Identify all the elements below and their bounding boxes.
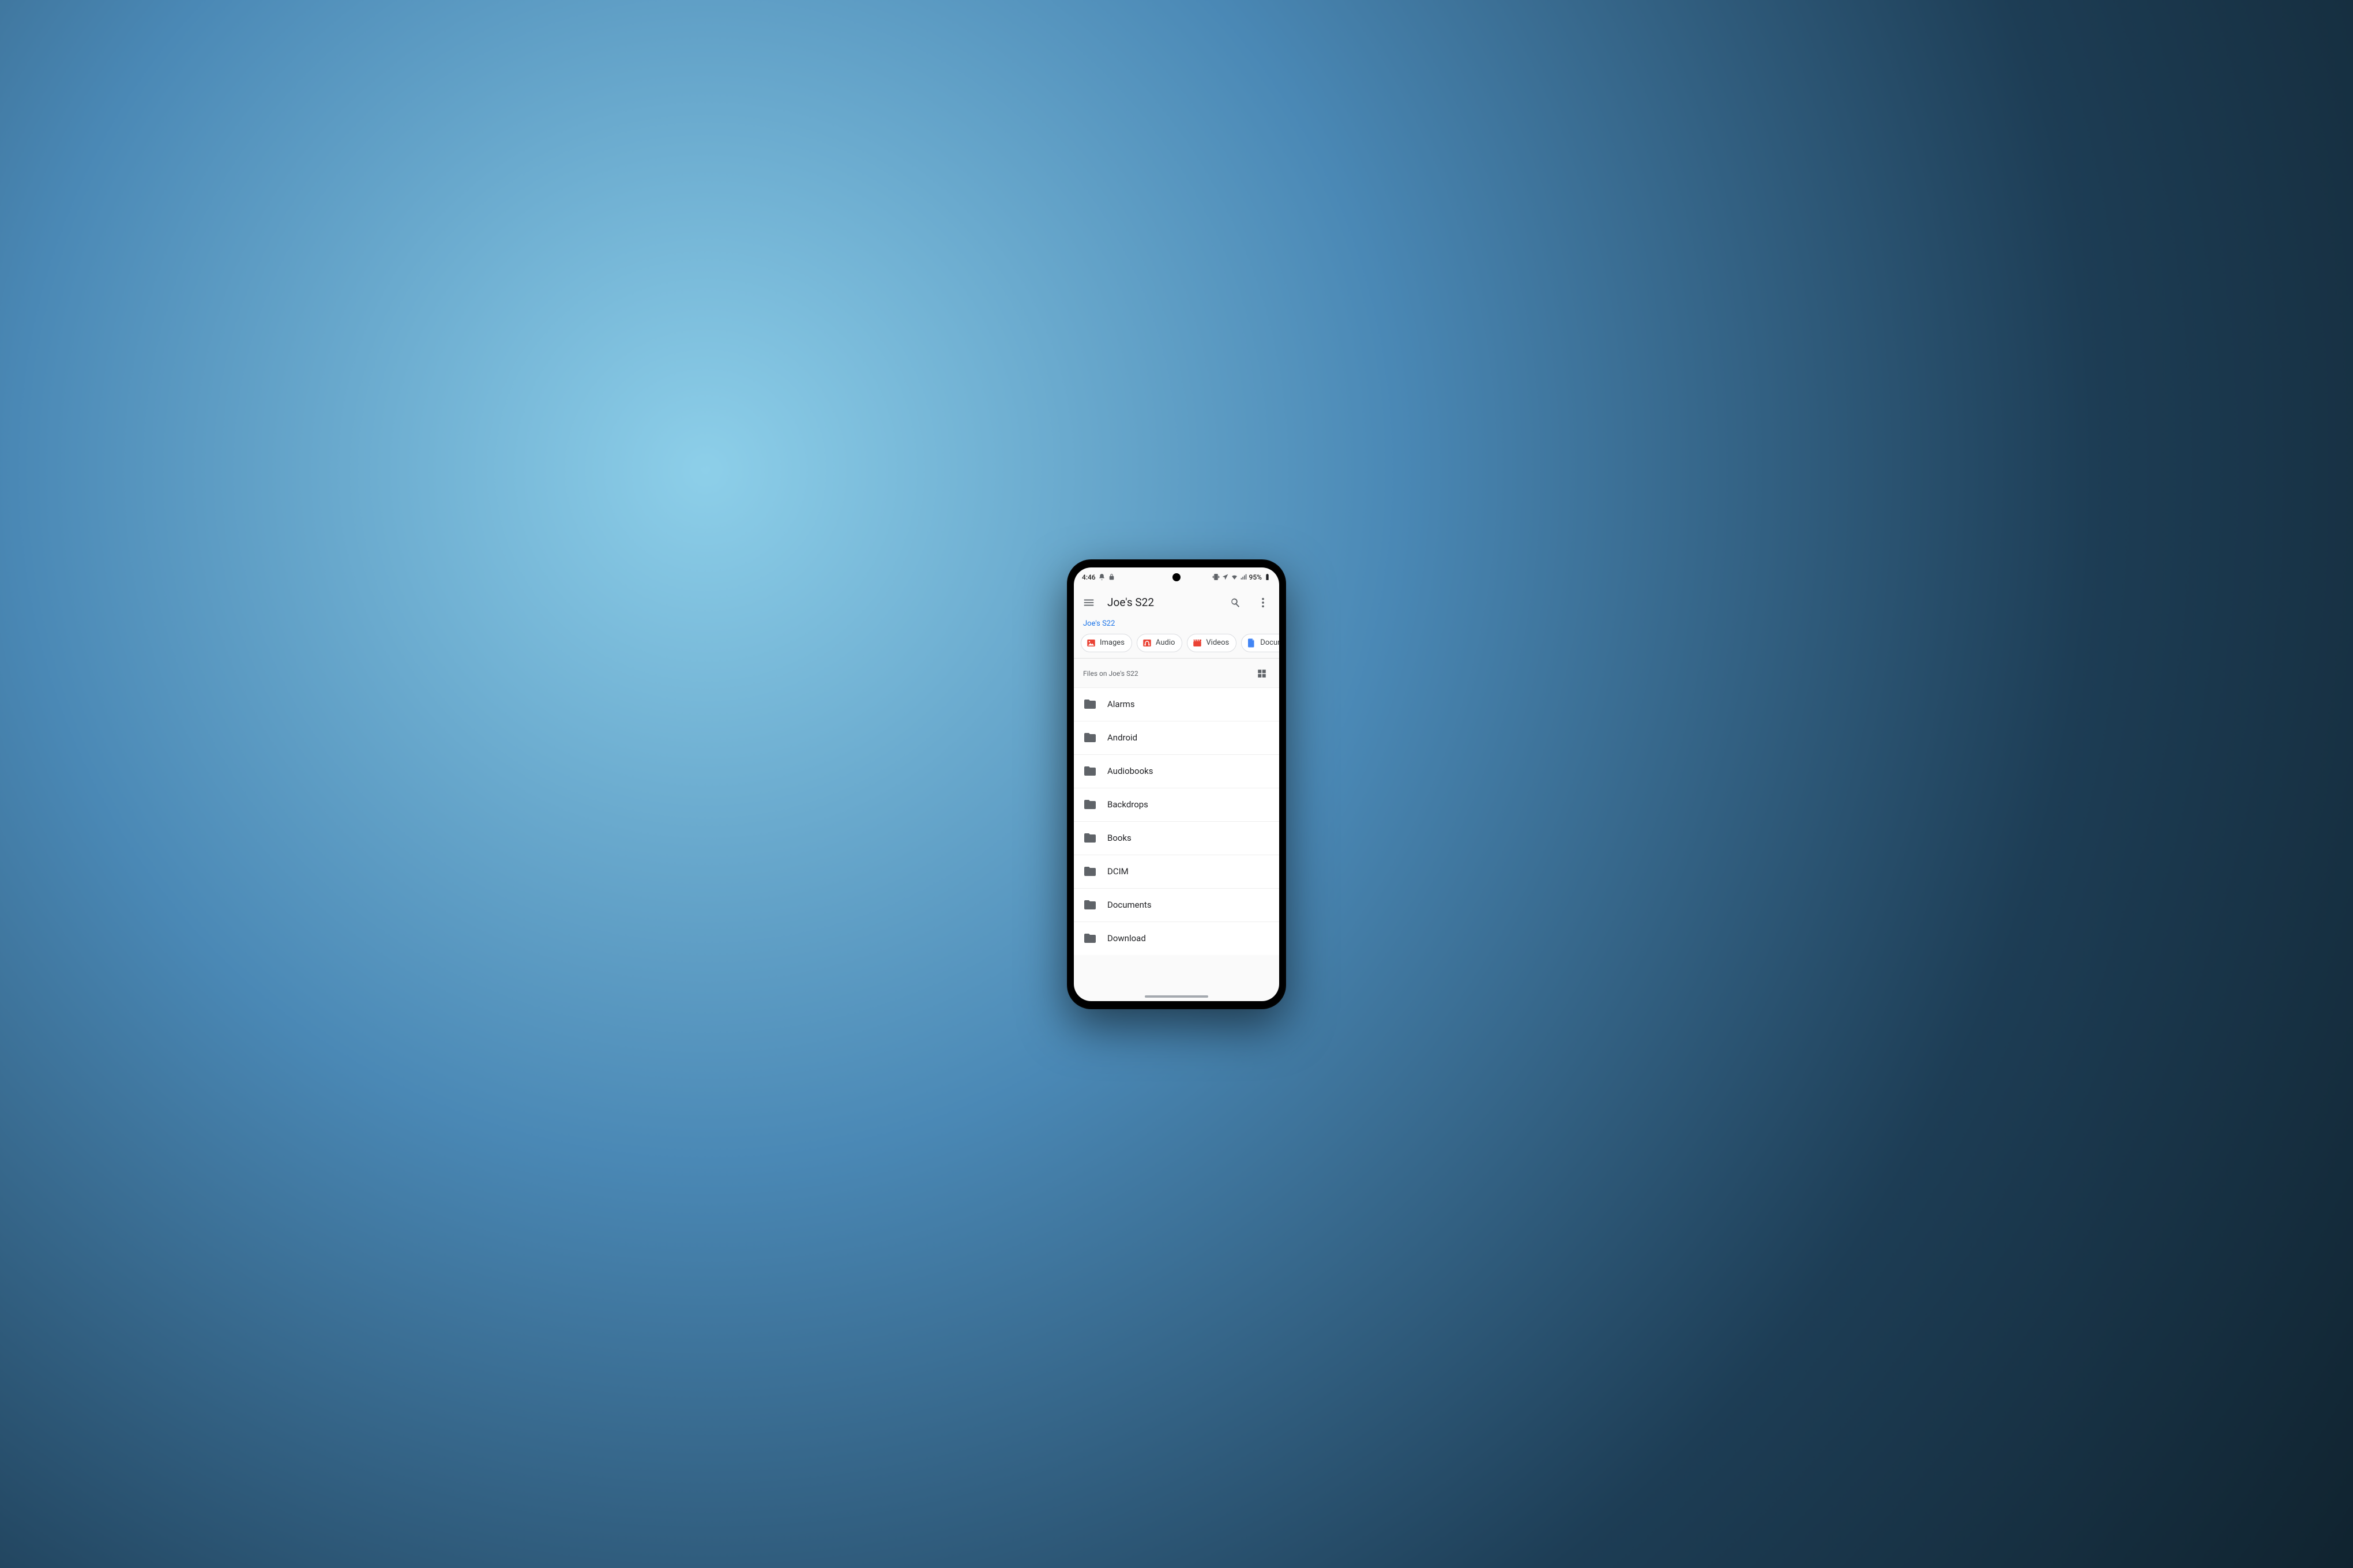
chip-label: Audio bbox=[1156, 638, 1175, 647]
folder-icon bbox=[1083, 898, 1097, 912]
overflow-menu-button[interactable] bbox=[1250, 590, 1276, 615]
image-icon bbox=[1086, 638, 1096, 648]
page-title: Joe's S22 bbox=[1104, 596, 1220, 609]
camera-hole bbox=[1172, 573, 1181, 581]
folder-icon bbox=[1083, 931, 1097, 945]
breadcrumb: Joe's S22 bbox=[1074, 618, 1279, 633]
folder-label: Audiobooks bbox=[1107, 766, 1153, 776]
folder-row[interactable]: Backdrops bbox=[1074, 788, 1279, 821]
phone-screen: 4:46 95% Joe's S22 bbox=[1074, 567, 1279, 1001]
folder-icon bbox=[1083, 764, 1097, 778]
location-icon bbox=[1221, 573, 1229, 581]
status-time: 4:46 bbox=[1082, 573, 1096, 581]
folder-row[interactable]: Android bbox=[1074, 721, 1279, 754]
vibrate-icon bbox=[1212, 573, 1220, 581]
chip-label: Images bbox=[1100, 638, 1125, 647]
gesture-nav-bar[interactable] bbox=[1145, 995, 1208, 998]
clapperboard-icon bbox=[1192, 638, 1202, 648]
grid-icon bbox=[1257, 668, 1267, 679]
notification-icon bbox=[1098, 573, 1106, 581]
folder-row[interactable]: Download bbox=[1074, 922, 1279, 955]
folder-row[interactable]: Audiobooks bbox=[1074, 754, 1279, 788]
folder-icon bbox=[1083, 731, 1097, 744]
folder-row[interactable]: Documents bbox=[1074, 888, 1279, 922]
chip-label: Videos bbox=[1206, 638, 1229, 647]
more-vert-icon bbox=[1257, 596, 1269, 609]
headphones-icon bbox=[1142, 638, 1152, 648]
folder-icon bbox=[1083, 864, 1097, 878]
folder-label: Android bbox=[1107, 732, 1137, 743]
folder-label: Download bbox=[1107, 933, 1146, 943]
battery-percent: 95% bbox=[1249, 573, 1262, 581]
document-icon bbox=[1246, 638, 1257, 648]
phone-frame: 4:46 95% Joe's S22 bbox=[1067, 559, 1286, 1009]
grid-view-toggle[interactable] bbox=[1253, 664, 1271, 683]
search-icon bbox=[1229, 596, 1242, 609]
folder-row[interactable]: Alarms bbox=[1074, 687, 1279, 721]
hamburger-icon bbox=[1082, 596, 1095, 609]
filter-chip-images[interactable]: Images bbox=[1081, 634, 1132, 652]
hamburger-menu-button[interactable] bbox=[1076, 590, 1102, 615]
folder-row[interactable]: DCIM bbox=[1074, 855, 1279, 888]
folder-label: DCIM bbox=[1107, 866, 1129, 877]
search-button[interactable] bbox=[1223, 590, 1248, 615]
folder-icon bbox=[1083, 798, 1097, 811]
folder-label: Books bbox=[1107, 833, 1132, 843]
folder-icon bbox=[1083, 697, 1097, 711]
section-header: Files on Joe's S22 bbox=[1074, 659, 1279, 687]
folder-list: Alarms Android Audiobooks Backdrops bbox=[1074, 687, 1279, 955]
breadcrumb-root[interactable]: Joe's S22 bbox=[1083, 619, 1115, 628]
folder-label: Documents bbox=[1107, 900, 1152, 910]
battery-icon bbox=[1264, 573, 1271, 581]
folder-icon bbox=[1083, 831, 1097, 845]
folder-row[interactable]: Books bbox=[1074, 821, 1279, 855]
wifi-icon bbox=[1231, 573, 1238, 581]
folder-label: Backdrops bbox=[1107, 799, 1148, 810]
app-bar: Joe's S22 bbox=[1074, 587, 1279, 618]
filter-chip-documents[interactable]: Documents bbox=[1241, 634, 1279, 652]
section-title: Files on Joe's S22 bbox=[1083, 670, 1138, 678]
filter-chip-row[interactable]: Images Audio Videos bbox=[1074, 633, 1279, 658]
filter-chip-videos[interactable]: Videos bbox=[1187, 634, 1236, 652]
chip-label: Documents bbox=[1260, 638, 1279, 647]
lock-icon bbox=[1108, 573, 1115, 581]
filter-chip-audio[interactable]: Audio bbox=[1137, 634, 1182, 652]
folder-label: Alarms bbox=[1107, 699, 1135, 709]
signal-icon bbox=[1240, 573, 1247, 581]
